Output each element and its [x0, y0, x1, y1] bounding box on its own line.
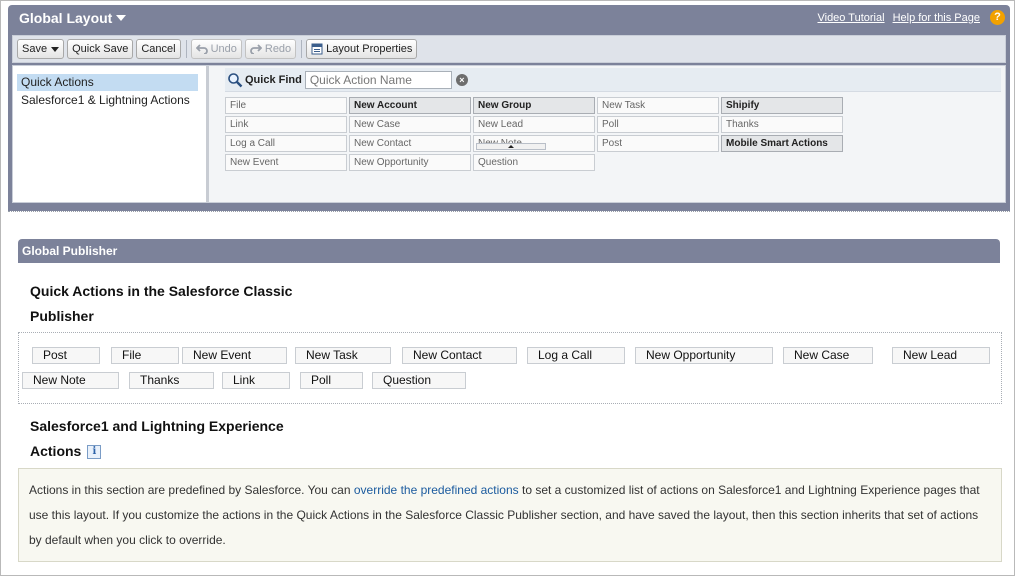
toolbar-divider: [301, 40, 303, 58]
quick-find-bar: Quick Find ×: [225, 68, 1001, 92]
palette-action-item[interactable]: Poll: [597, 116, 719, 133]
publisher-action-chip[interactable]: File: [111, 347, 179, 364]
palette-action-item[interactable]: New Task: [597, 97, 719, 114]
action-palette: Quick Actions Salesforce1 & Lightning Ac…: [12, 65, 1006, 203]
palette-action-item[interactable]: Question: [473, 154, 595, 171]
palette-action-item[interactable]: New Account: [349, 97, 471, 114]
layout-title: Global Layout: [19, 10, 113, 26]
chevron-down-icon: [51, 46, 60, 52]
save-button[interactable]: Save: [17, 39, 65, 59]
palette-action-item[interactable]: Log a Call: [225, 135, 347, 152]
palette-action-item[interactable]: New Event: [225, 154, 347, 171]
layout-editor: Global Layout Video Tutorial Help for th…: [8, 5, 1010, 211]
category-salesforce1-lightning-actions[interactable]: Salesforce1 & Lightning Actions: [17, 92, 198, 109]
publisher-action-chip[interactable]: New Contact: [402, 347, 517, 364]
palette-action-item[interactable]: New Group: [473, 97, 595, 114]
palette-action-item[interactable]: Thanks: [721, 116, 843, 133]
s1-actions-info-box: Actions in this section are predefined b…: [18, 468, 1002, 562]
palette-category-list: Quick Actions Salesforce1 & Lightning Ac…: [13, 66, 209, 202]
palette-action-item[interactable]: New Lead: [473, 116, 595, 133]
publisher-action-chip[interactable]: Log a Call: [527, 347, 625, 364]
classic-publisher-title-line2: Publisher: [30, 308, 94, 324]
save-label: Save: [22, 43, 48, 55]
palette-resize-handle[interactable]: [476, 143, 546, 150]
clear-icon[interactable]: ×: [455, 73, 468, 86]
properties-icon: [311, 43, 323, 55]
editor-toolbar: Save Quick Save Cancel Undo Redo Layout …: [12, 35, 1006, 63]
publisher-action-chip[interactable]: New Task: [295, 347, 391, 364]
classic-publisher-title-line1: Quick Actions in the Salesforce Classic: [30, 283, 293, 299]
publisher-action-chip[interactable]: Poll: [300, 372, 363, 389]
info-icon[interactable]: i: [87, 445, 102, 459]
undo-button[interactable]: Undo: [190, 39, 242, 59]
palette-action-item[interactable]: Mobile Smart Actions: [721, 135, 843, 152]
toolbar-divider: [185, 40, 187, 58]
publisher-action-chip[interactable]: New Opportunity: [635, 347, 773, 364]
cancel-button[interactable]: Cancel: [136, 39, 181, 59]
undo-label: Undo: [210, 43, 237, 55]
help-icon[interactable]: ?: [990, 10, 1005, 25]
palette-action-item[interactable]: File: [225, 97, 347, 114]
editor-divider: [8, 211, 1010, 212]
publisher-action-chip[interactable]: New Event: [182, 347, 287, 364]
layout-properties-button[interactable]: Layout Properties: [306, 39, 418, 59]
quick-find-input[interactable]: [304, 70, 452, 89]
chevron-down-icon: [116, 15, 127, 21]
classic-publisher-drop-zone[interactable]: Post File New Event New Task New Contact Log …: [18, 332, 1002, 404]
override-predefined-actions-link[interactable]: override the predefined actions: [354, 483, 519, 497]
publisher-action-chip[interactable]: Link: [222, 372, 290, 389]
redo-label: Redo: [264, 43, 292, 55]
help-for-this-page-link[interactable]: Help for this Page: [893, 12, 980, 24]
palette-action-item[interactable]: New Contact: [349, 135, 471, 152]
publisher-action-chip[interactable]: New Case: [783, 347, 873, 364]
s1-actions-title-line1: Salesforce1 and Lightning Experience: [30, 418, 284, 434]
publisher-action-chip[interactable]: Post: [32, 347, 100, 364]
publisher-action-chip[interactable]: Thanks: [129, 372, 214, 389]
layout-properties-label: Layout Properties: [326, 43, 413, 55]
quick-find-label: Quick Find: [245, 73, 302, 86]
palette-action-item[interactable]: Shipify: [721, 97, 843, 114]
page-frame: Global Layout Video Tutorial Help for th…: [0, 0, 1015, 576]
video-tutorial-link[interactable]: Video Tutorial: [817, 12, 884, 24]
s1-text-before: Actions in this section are predefined b…: [29, 483, 354, 497]
help-links: Video Tutorial Help for this Page ?: [809, 10, 1005, 25]
redo-button[interactable]: Redo: [244, 39, 297, 59]
collapse-arrow-icon: [508, 145, 514, 148]
s1-actions-title: Salesforce1 and Lightning Experience Act…: [30, 414, 330, 464]
search-icon: [228, 72, 243, 87]
palette-action-item[interactable]: New Opportunity: [349, 154, 471, 171]
redo-icon: [250, 44, 262, 54]
undo-icon: [195, 44, 208, 54]
s1-actions-title-line2: Actions i: [30, 439, 330, 464]
palette-items-area: Quick Find × FileNew AccountNew GroupNew…: [212, 66, 1005, 202]
palette-action-item[interactable]: Link: [225, 116, 347, 133]
classic-publisher-title: Quick Actions in the Salesforce Classic …: [30, 279, 330, 329]
palette-action-item[interactable]: New Case: [349, 116, 471, 133]
quick-save-button[interactable]: Quick Save: [67, 39, 134, 59]
publisher-action-chip[interactable]: New Lead: [892, 347, 990, 364]
global-publisher-header: Global Publisher: [18, 239, 1000, 263]
publisher-action-chip[interactable]: New Note: [22, 372, 119, 389]
category-quick-actions[interactable]: Quick Actions: [17, 74, 198, 91]
layout-selector[interactable]: Global Layout: [19, 10, 127, 26]
palette-action-item[interactable]: Post: [597, 135, 719, 152]
editor-title-bar: Global Layout Video Tutorial Help for th…: [8, 5, 1010, 33]
publisher-action-chip[interactable]: Question: [372, 372, 466, 389]
